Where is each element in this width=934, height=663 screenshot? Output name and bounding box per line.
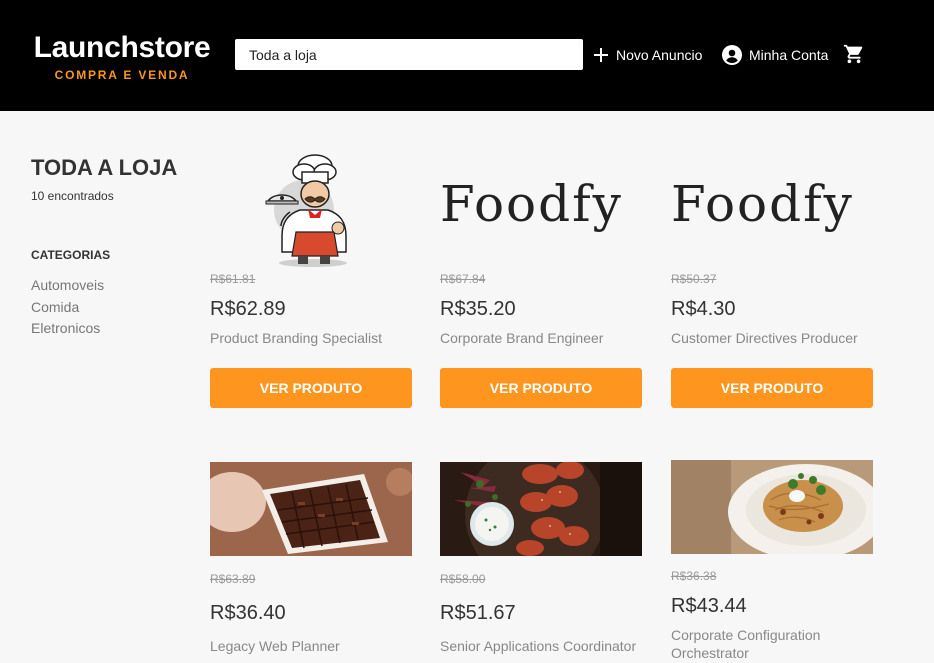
old-price: R$58.00 bbox=[440, 572, 486, 586]
cart-icon[interactable] bbox=[843, 43, 865, 70]
account-link[interactable]: Minha Conta bbox=[722, 44, 828, 66]
product-image-chef[interactable] bbox=[210, 152, 412, 270]
product-image-foodfy[interactable]: Foodfy bbox=[440, 174, 642, 234]
account-label: Minha Conta bbox=[749, 47, 829, 63]
view-product-button[interactable]: VER PRODUTO bbox=[210, 368, 412, 408]
foodfy-logo-text: Foodfy bbox=[671, 175, 854, 233]
product-name[interactable]: Customer Directives Producer bbox=[671, 329, 873, 347]
product-image-pasta[interactable] bbox=[671, 460, 873, 554]
view-product-button[interactable]: VER PRODUTO bbox=[440, 368, 642, 408]
product-price: R$51.67 bbox=[440, 602, 516, 624]
product-image-chocolates[interactable] bbox=[210, 462, 412, 556]
product-image-foodfy[interactable]: Foodfy bbox=[671, 174, 873, 234]
plus-icon bbox=[594, 48, 608, 62]
brand-logo[interactable]: Launchstore COMPRA E VENDA bbox=[31, 30, 213, 82]
old-price: R$63.89 bbox=[210, 572, 256, 586]
old-price: R$67.84 bbox=[440, 272, 486, 286]
product-price: R$4.30 bbox=[671, 298, 736, 320]
old-price: R$61.81 bbox=[210, 272, 256, 286]
product-name[interactable]: Senior Applications Coordinator bbox=[440, 637, 642, 655]
foodfy-logo-text: Foodfy bbox=[440, 175, 623, 233]
brand-title: Launchstore bbox=[33, 31, 211, 64]
categories-title: CATEGORIAS bbox=[31, 248, 111, 262]
product-price: R$36.40 bbox=[210, 602, 286, 624]
brand-subtitle: COMPRA E VENDA bbox=[54, 68, 190, 82]
category-link-automoveis[interactable]: Automoveis bbox=[31, 277, 104, 293]
top-header: Launchstore COMPRA E VENDA Toda a loja N… bbox=[0, 0, 934, 111]
page-title: TODA A LOJA bbox=[31, 155, 178, 180]
product-name[interactable]: Corporate Configuration Orchestrator bbox=[671, 626, 873, 662]
product-name[interactable]: Corporate Brand Engineer bbox=[440, 329, 642, 347]
results-count: 10 encontrados bbox=[31, 189, 114, 203]
product-price: R$62.89 bbox=[210, 298, 286, 320]
category-link-eletronicos[interactable]: Eletronicos bbox=[31, 320, 100, 336]
account-circle-icon bbox=[722, 45, 742, 65]
product-price: R$35.20 bbox=[440, 298, 516, 320]
old-price: R$50.37 bbox=[671, 272, 717, 286]
product-name[interactable]: Product Branding Specialist bbox=[210, 329, 412, 347]
product-price: R$43.44 bbox=[671, 595, 747, 617]
old-price: R$36.38 bbox=[671, 569, 717, 583]
view-product-button[interactable]: VER PRODUTO bbox=[671, 368, 873, 408]
category-link-comida[interactable]: Comida bbox=[31, 299, 79, 315]
product-name[interactable]: Legacy Web Planner bbox=[210, 637, 412, 655]
search-input[interactable]: Toda a loja bbox=[235, 39, 583, 70]
new-ad-link[interactable]: Novo Anuncio bbox=[593, 44, 702, 66]
new-ad-label: Novo Anuncio bbox=[616, 47, 703, 63]
product-image-chicken-wings[interactable] bbox=[440, 462, 642, 556]
